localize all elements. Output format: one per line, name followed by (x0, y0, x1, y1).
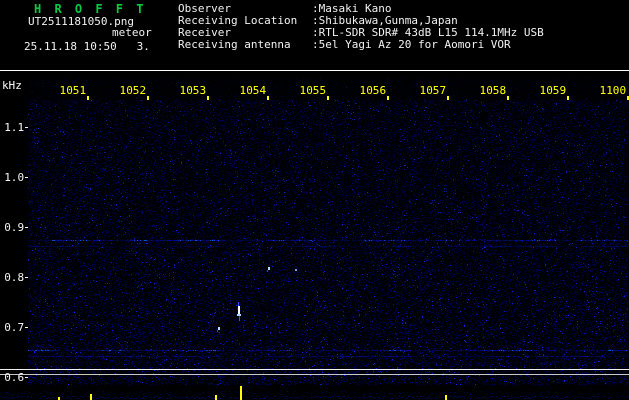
metadata-label: Receiving antenna (178, 39, 312, 51)
app-title: H R O F F T (34, 3, 146, 15)
hrofft-screen: H R O F F T UT2511181050.png meteor 25.1… (0, 0, 629, 400)
metadata-value: :5el Yagi Az 20 for Aomori VOR (312, 38, 511, 51)
datetime-label: 25.11.18 10:50 3. (24, 41, 150, 53)
metadata-list: Observer:Masaki KanoReceiving Location:S… (178, 3, 544, 51)
metadata-row: Receiving antenna:5el Yagi Az 20 for Aom… (178, 39, 544, 51)
spectrogram (0, 70, 629, 400)
observer-callsign: meteor (112, 27, 152, 39)
